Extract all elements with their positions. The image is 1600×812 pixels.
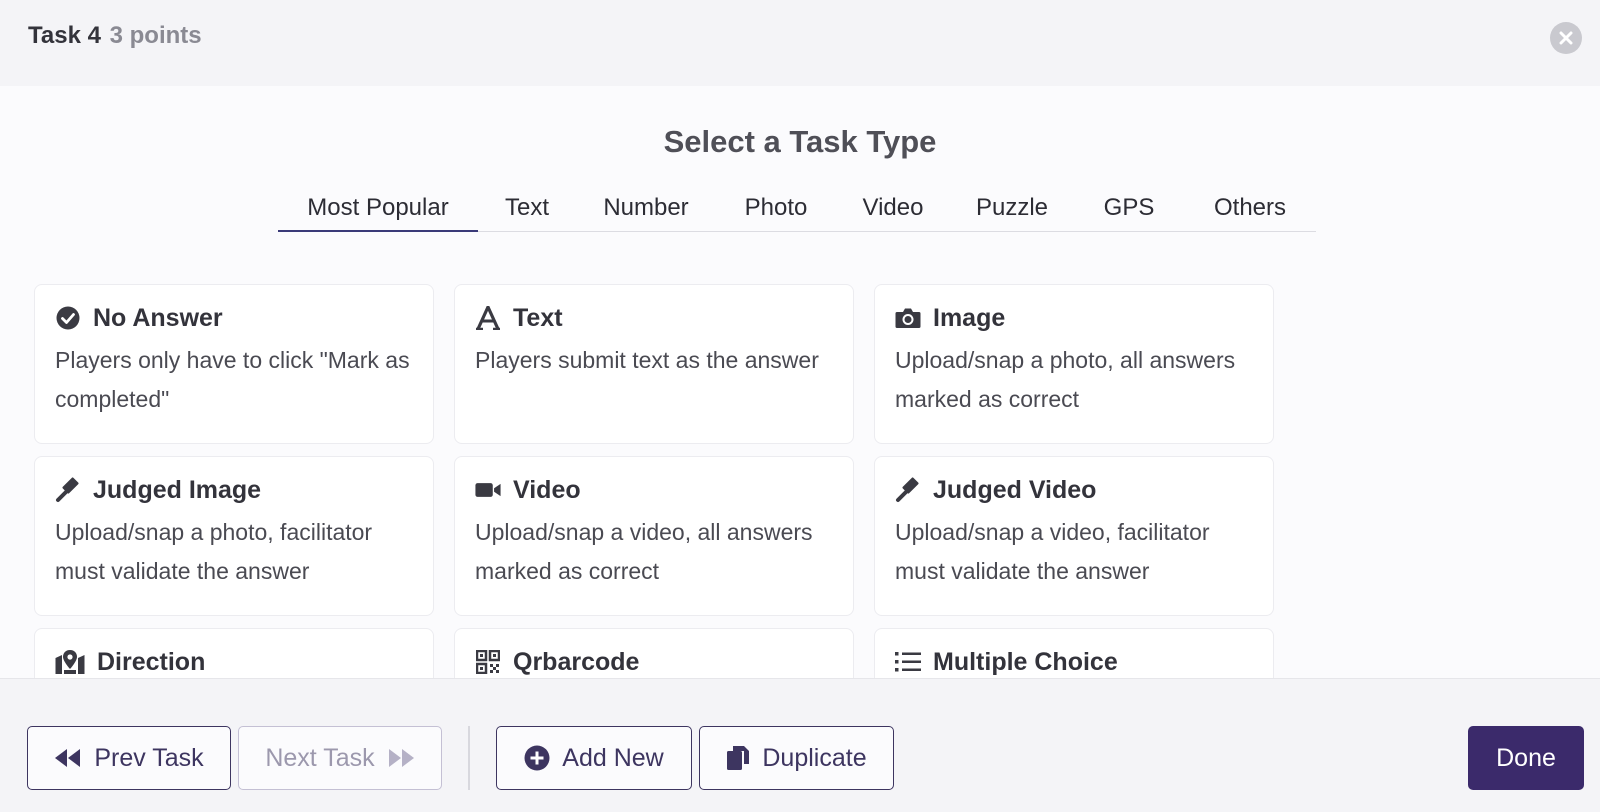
modal-footer: Prev Task Next Task Add New Duplicate Do… (0, 678, 1600, 812)
task-title: Task 4 3 points (28, 22, 202, 50)
gavel-icon (55, 477, 81, 503)
tab-gps[interactable]: GPS (1074, 186, 1184, 232)
prev-task-button[interactable]: Prev Task (27, 726, 231, 790)
tab-video[interactable]: Video (836, 186, 950, 232)
task-type-grid: No Answer Players only have to click "Ma… (34, 284, 1274, 678)
qrcode-icon (475, 649, 501, 675)
card-title: Qrbarcode (513, 647, 640, 676)
task-card-image[interactable]: Image Upload/snap a photo, all answers m… (874, 284, 1274, 444)
letter-a-icon (475, 305, 501, 331)
card-title: Image (933, 303, 1006, 332)
task-type-tabs: Most Popular Text Number Photo Video Puz… (278, 186, 1316, 232)
task-points: 3 points (109, 22, 202, 49)
gavel-icon (895, 477, 921, 503)
prev-task-label: Prev Task (94, 743, 204, 772)
tab-others[interactable]: Others (1184, 186, 1316, 232)
task-card-text[interactable]: Text Players submit text as the answer (454, 284, 854, 444)
button-divider (468, 726, 470, 790)
task-type-panel: Select a Task Type Most Popular Text Num… (0, 86, 1600, 678)
plus-circle-icon (524, 745, 550, 771)
card-title: No Answer (93, 303, 223, 332)
card-description: Upload/snap a photo, all answers marked … (895, 347, 1236, 412)
check-circle-icon (55, 305, 81, 331)
add-new-label: Add New (562, 743, 664, 772)
tab-number[interactable]: Number (576, 186, 716, 232)
backward-icon (55, 749, 81, 767)
close-icon (1559, 31, 1573, 45)
card-title: Judged Video (933, 475, 1097, 504)
duplicate-button[interactable]: Duplicate (699, 726, 894, 790)
task-label: Task 4 (28, 22, 101, 49)
card-description: Upload/snap a video, all answers marked … (475, 519, 813, 584)
camera-icon (895, 305, 921, 331)
add-new-button[interactable]: Add New (496, 726, 692, 790)
task-card-video[interactable]: Video Upload/snap a video, all answers m… (454, 456, 854, 616)
list-icon (895, 649, 921, 675)
task-card-direction[interactable]: Direction (34, 628, 434, 678)
task-card-no-answer[interactable]: No Answer Players only have to click "Ma… (34, 284, 434, 444)
forward-icon (388, 749, 414, 767)
map-marker-icon (55, 649, 85, 675)
card-title: Judged Image (93, 475, 262, 504)
card-title: Direction (97, 647, 206, 676)
tab-most-popular[interactable]: Most Popular (278, 186, 478, 232)
tab-photo[interactable]: Photo (716, 186, 836, 232)
tab-text[interactable]: Text (478, 186, 576, 232)
copy-icon (727, 746, 750, 770)
tab-puzzle[interactable]: Puzzle (950, 186, 1074, 232)
done-button[interactable]: Done (1468, 726, 1584, 790)
card-title: Multiple Choice (933, 647, 1118, 676)
close-button[interactable] (1550, 22, 1582, 54)
task-card-multiple-choice[interactable]: Multiple Choice (874, 628, 1274, 678)
card-description: Players only have to click "Mark as comp… (55, 347, 410, 412)
card-description: Upload/snap a video, facilitator must va… (895, 519, 1210, 584)
next-task-button[interactable]: Next Task (238, 726, 442, 790)
duplicate-label: Duplicate (762, 743, 867, 772)
modal-header: Task 4 3 points (0, 0, 1600, 86)
card-title: Video (513, 475, 581, 504)
card-description: Upload/snap a photo, facilitator must va… (55, 519, 373, 584)
next-task-label: Next Task (265, 743, 375, 772)
task-card-qrbarcode[interactable]: Qrbarcode (454, 628, 854, 678)
panel-title: Select a Task Type (663, 124, 937, 159)
card-title: Text (513, 303, 563, 332)
task-card-judged-video[interactable]: Judged Video Upload/snap a video, facili… (874, 456, 1274, 616)
task-card-judged-image[interactable]: Judged Image Upload/snap a photo, facili… (34, 456, 434, 616)
card-description: Players submit text as the answer (475, 347, 819, 373)
video-camera-icon (475, 477, 501, 503)
